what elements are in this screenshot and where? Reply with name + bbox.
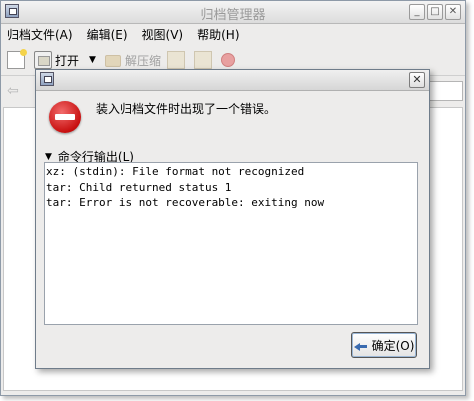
minimize-button[interactable]: _ (409, 4, 425, 20)
error-icon (49, 101, 81, 133)
window-title: 归档管理器 (200, 8, 266, 23)
menu-help[interactable]: 帮助(H) (195, 26, 241, 43)
expander-arrow-icon: ▼ (45, 151, 52, 162)
output-line: xz: (stdin): File format not recognized (46, 165, 305, 178)
command-output-textview[interactable]: xz: (stdin): File format not recognized … (44, 162, 418, 325)
ok-button[interactable]: 确定(O) (351, 332, 417, 358)
menubar: 归档文件(A) 编辑(E) 视图(V) 帮助(H) (1, 24, 465, 44)
error-dialog: ✕ 装入归档文件时出现了一个错误。 ▼ 命令行输出(L) xz: (stdin)… (35, 69, 430, 369)
output-line: tar: Child returned status 1 (46, 180, 232, 194)
open-folder-icon (34, 51, 52, 69)
open-button[interactable]: 打开 (34, 51, 79, 69)
menu-view[interactable]: 视图(V) (140, 26, 186, 43)
add-folder-button[interactable] (193, 51, 215, 69)
maximize-button[interactable]: □ (427, 4, 443, 20)
stop-icon (220, 53, 235, 67)
extract-label: 解压缩 (124, 53, 161, 68)
add-files-button[interactable] (166, 51, 188, 69)
dialog-titlebar[interactable]: ✕ (36, 70, 429, 91)
open-label: 打开 (55, 53, 80, 68)
menu-edit[interactable]: 编辑(E) (85, 26, 130, 43)
add-files-icon (166, 51, 185, 69)
menu-archive[interactable]: 归档文件(A) (5, 26, 75, 43)
add-folder-icon (193, 51, 212, 69)
dialog-app-icon (40, 72, 54, 86)
close-button[interactable]: ✕ (445, 4, 461, 20)
error-message: 装入归档文件时出现了一个错误。 (96, 102, 277, 116)
new-document-icon (7, 49, 27, 69)
output-line: tar: Error is not recoverable: exiting n… (46, 196, 325, 209)
location-bar[interactable] (427, 81, 463, 101)
stop-button[interactable] (220, 53, 238, 67)
open-dropdown-arrow-icon[interactable]: ▼ (89, 55, 96, 65)
extract-button[interactable]: 解压缩 (104, 51, 161, 69)
ok-label: 确定(O) (371, 338, 415, 353)
ok-arrow-icon (353, 339, 368, 351)
extract-icon (104, 51, 122, 69)
dialog-close-button[interactable]: ✕ (409, 72, 425, 88)
new-archive-button[interactable] (7, 49, 28, 69)
main-titlebar[interactable]: 归档管理器 _ □ ✕ (1, 1, 465, 24)
back-arrow-icon[interactable]: ⇦ (7, 83, 19, 99)
